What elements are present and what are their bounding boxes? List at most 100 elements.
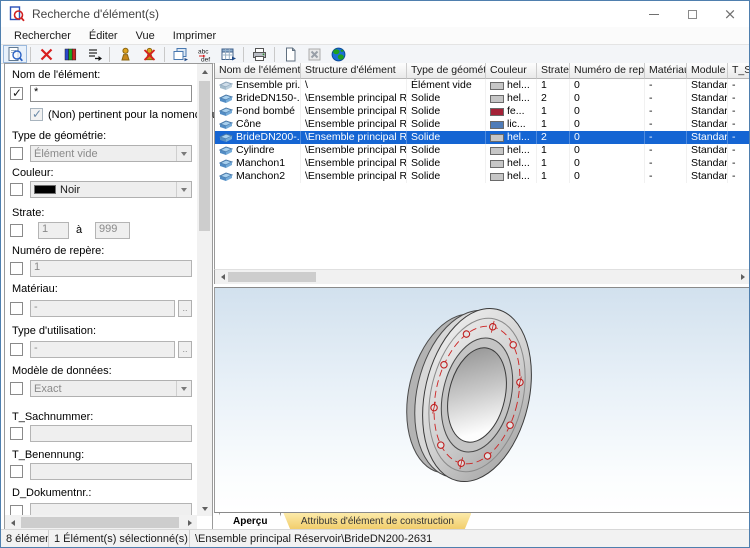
- materiau-input[interactable]: -: [30, 300, 175, 317]
- solid-icon: [219, 107, 233, 117]
- app-icon: [9, 6, 25, 22]
- toolbar-separator: [274, 47, 275, 62]
- colors-icon: [62, 46, 79, 63]
- benennung-input[interactable]: [30, 463, 192, 480]
- column-header[interactable]: T_Sac: [728, 63, 750, 79]
- panel-vertical-scrollbar[interactable]: [197, 64, 212, 516]
- cell-couleur: lic...: [486, 118, 537, 131]
- strate-from-input[interactable]: 1: [38, 222, 69, 239]
- column-header[interactable]: Structure d'élément: [301, 63, 407, 79]
- column-header[interactable]: Matériau: [645, 63, 687, 79]
- table-export-button[interactable]: [216, 45, 240, 63]
- table-row[interactable]: Cône\Ensemble principal Rés...Solidelic.…: [215, 118, 750, 131]
- table-row[interactable]: BrideDN200-...\Ensemble principal Rés...…: [215, 131, 750, 144]
- column-header[interactable]: Numéro de repère: [570, 63, 645, 79]
- geometry-select[interactable]: Élément vide: [30, 145, 192, 162]
- globe-button[interactable]: [326, 45, 350, 63]
- benennung-checkbox[interactable]: [10, 465, 23, 478]
- cell-materiau: -: [645, 157, 687, 170]
- repere-checkbox[interactable]: [10, 262, 23, 275]
- color-swatch: [490, 121, 504, 129]
- table-row[interactable]: Fond bombé\Ensemble principal Rés...Soli…: [215, 105, 750, 118]
- scrollbar-thumb[interactable]: [228, 272, 316, 282]
- scroll-right-button[interactable]: [182, 515, 197, 530]
- color-select[interactable]: Noir: [30, 181, 192, 198]
- tab-apercu[interactable]: Aperçu: [219, 513, 281, 530]
- geometry-checkbox[interactable]: [10, 147, 23, 160]
- name-input[interactable]: *: [30, 85, 192, 102]
- search-button[interactable]: [3, 45, 27, 63]
- color-swatch: [34, 185, 56, 194]
- strate-to-input[interactable]: 999: [95, 222, 130, 239]
- color-swatch: [490, 134, 504, 142]
- copy-windows-icon: [172, 46, 189, 63]
- column-header[interactable]: Nom de l'élément: [215, 63, 301, 79]
- cell-materiau: -: [645, 79, 687, 92]
- table-horizontal-scrollbar[interactable]: [214, 269, 750, 284]
- menu-rechercher[interactable]: Rechercher: [5, 27, 80, 44]
- print-button[interactable]: [247, 45, 271, 63]
- menu-editer[interactable]: Éditer: [80, 27, 127, 44]
- svg-text:def: def: [201, 56, 210, 63]
- table-row[interactable]: Manchon1\Ensemble principal Rés...Solide…: [215, 157, 750, 170]
- cell-module: Standard: [687, 105, 728, 118]
- cell-module: Standard: [687, 157, 728, 170]
- user-delete-button[interactable]: [137, 45, 161, 63]
- column-header[interactable]: Strate: [537, 63, 570, 79]
- menu-imprimer[interactable]: Imprimer: [164, 27, 225, 44]
- cell-materiau: -: [645, 144, 687, 157]
- list-export-button[interactable]: [82, 45, 106, 63]
- panel-horizontal-scrollbar[interactable]: [5, 515, 197, 530]
- cell-type: Élément vide: [407, 79, 486, 92]
- materiau-browse-button[interactable]: ..: [178, 300, 192, 317]
- scrollbar-thumb[interactable]: [21, 517, 179, 528]
- color-checkbox[interactable]: [10, 183, 23, 196]
- materiau-checkbox[interactable]: [10, 302, 23, 315]
- colors-button[interactable]: [58, 45, 82, 63]
- preview-pane[interactable]: [214, 287, 750, 513]
- modele-checkbox[interactable]: [10, 382, 23, 395]
- menu-vue[interactable]: Vue: [127, 27, 164, 44]
- name-checkbox[interactable]: [10, 87, 23, 100]
- new-document-button[interactable]: [278, 45, 302, 63]
- rename-button[interactable]: abc def: [192, 45, 216, 63]
- column-header[interactable]: Module: [687, 63, 728, 79]
- maximize-button[interactable]: [673, 1, 711, 27]
- user-button[interactable]: [113, 45, 137, 63]
- tab-attributs[interactable]: Attributs d'élément de construction: [283, 513, 471, 530]
- table-row[interactable]: Cylindre\Ensemble principal Rés...Solide…: [215, 144, 750, 157]
- utilisation-browse-button[interactable]: ..: [178, 341, 192, 358]
- globe-icon: [330, 46, 347, 63]
- scroll-right-button[interactable]: [735, 270, 750, 285]
- list-export-icon: [86, 46, 103, 63]
- table-row[interactable]: Ensemble pri...\Élément videhel...10-Sta…: [215, 79, 750, 92]
- minimize-button[interactable]: [635, 1, 673, 27]
- toolbar-separator: [243, 47, 244, 62]
- repere-input[interactable]: 1: [30, 260, 192, 277]
- sachnummer-checkbox[interactable]: [10, 427, 23, 440]
- strate-checkbox[interactable]: [10, 224, 23, 237]
- element-name: Manchon1: [236, 157, 285, 170]
- scroll-left-button[interactable]: [5, 515, 20, 530]
- cell-t_sac: -: [728, 92, 750, 105]
- benennung-label: T_Benennung:: [12, 449, 84, 461]
- nomenclature-checkbox[interactable]: [30, 108, 43, 121]
- cell-couleur: hel...: [486, 144, 537, 157]
- modele-select[interactable]: Exact: [30, 380, 192, 397]
- scroll-down-button[interactable]: [197, 501, 212, 516]
- sachnummer-input[interactable]: [30, 425, 192, 442]
- column-header[interactable]: Type de géométrie: [407, 63, 486, 79]
- close-button[interactable]: ×: [711, 1, 749, 27]
- cell-repere: 0: [570, 131, 645, 144]
- scroll-up-button[interactable]: [197, 64, 212, 79]
- utilisation-checkbox[interactable]: [10, 343, 23, 356]
- utilisation-input[interactable]: -: [30, 341, 175, 358]
- cell-t_sac: -: [728, 118, 750, 131]
- chevron-down-icon: [176, 146, 191, 161]
- scrollbar-thumb[interactable]: [199, 81, 210, 231]
- table-row[interactable]: BrideDN150-...\Ensemble principal Rés...…: [215, 92, 750, 105]
- table-row[interactable]: Manchon2\Ensemble principal Rés...Solide…: [215, 170, 750, 183]
- delete-button[interactable]: [34, 45, 58, 63]
- copy-windows-button[interactable]: [168, 45, 192, 63]
- column-header[interactable]: Couleur: [486, 63, 537, 79]
